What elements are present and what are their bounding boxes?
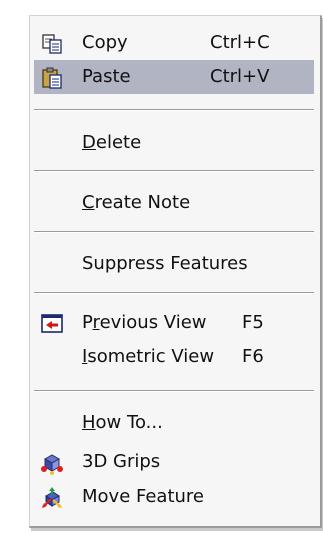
menu-item-suppress-features[interactable]: Suppress Features [34,247,314,281]
menu-item-move-feature[interactable]: Move Feature [34,480,314,514]
menu-item-label: Isometric View [82,346,214,367]
menu-item-shortcut: Ctrl+C [210,32,270,53]
menu-item-label: Delete [82,132,141,153]
menu-separator [34,170,314,172]
menu-item-label-prefix: P [82,312,93,333]
menu-separator [34,109,314,111]
move-feature-icon [40,486,64,510]
menu-item-label-rest: reate Note [94,192,191,213]
3d-grips-icon [40,451,64,475]
menu-separator [34,292,314,294]
menu-item-paste[interactable]: Paste Ctrl+V [34,60,314,94]
menu-item-label: Move Feature [82,486,205,507]
menu-item-shortcut: F5 [242,312,264,333]
menu-item-hotkey: D [82,132,96,153]
copy-icon [40,32,64,56]
menu-item-create-note[interactable]: Create Note [34,186,314,220]
paste-icon [40,66,64,90]
menu-item-label: Copy [82,32,128,53]
screenshot-frame: Copy Ctrl+C Paste Ctrl+V Delete Create N… [0,0,323,533]
menu-separator [34,390,314,392]
menu-item-label-rest: evious View [99,312,207,333]
menu-item-how-to[interactable]: How To... [34,406,314,440]
menu-item-copy[interactable]: Copy Ctrl+C [34,26,314,60]
menu-item-3d-grips[interactable]: 3D Grips [34,445,314,479]
menu-item-isometric-view[interactable]: Isometric View F6 [34,340,314,374]
previous-view-icon [40,312,64,336]
menu-item-shortcut: F6 [242,346,264,367]
menu-item-label: Previous View [82,312,207,333]
menu-item-previous-view[interactable]: Previous View F5 [34,306,314,340]
menu-item-label: Create Note [82,192,190,213]
menu-item-label: 3D Grips [82,451,161,472]
menu-item-label: Suppress Features [82,253,248,274]
menu-item-label-rest: elete [95,132,142,153]
menu-item-hotkey: C [82,192,95,213]
menu-separator [34,231,314,233]
context-menu: Copy Ctrl+C Paste Ctrl+V Delete Create N… [29,15,322,528]
menu-item-hotkey: r [92,312,100,333]
menu-item-label: Paste [82,66,131,87]
menu-item-label-rest: sometric View [87,346,215,367]
menu-item-delete[interactable]: Delete [34,126,314,160]
menu-item-hotkey: H [82,412,96,433]
menu-item-label-rest: ow To... [95,412,163,433]
menu-item-shortcut: Ctrl+V [210,66,270,87]
menu-item-label: How To... [82,412,163,433]
